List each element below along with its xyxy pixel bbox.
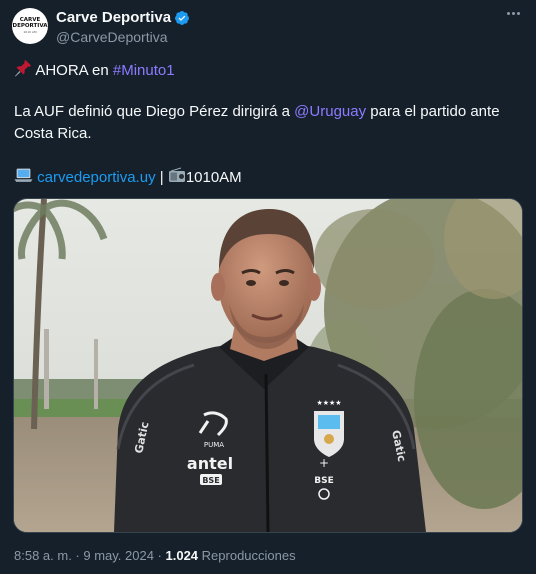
views-label: Reproducciones bbox=[198, 548, 296, 563]
author-name[interactable]: Carve Deportiva bbox=[56, 9, 171, 26]
sponsor-antel: antel bbox=[187, 454, 233, 473]
verified-badge-icon bbox=[175, 10, 190, 25]
tweet-meta: 8:58 a. m. · 9 may. 2024 · 1.024 Reprodu… bbox=[14, 548, 296, 563]
tweet-line-3: Costa Rica. bbox=[14, 125, 92, 142]
svg-text:★★★★: ★★★★ bbox=[316, 399, 341, 407]
photo-image: ★★★★ PUMA antel BSE BSE + Gatic Gatic bbox=[14, 199, 522, 532]
tweet-card: CARVE DEPORTIVA 1010 AM Carve Deportiva … bbox=[0, 0, 536, 574]
tweet-text-post: para el partido ante bbox=[366, 103, 500, 120]
pushpin-icon bbox=[15, 60, 31, 77]
tweet-timestamp[interactable]: 8:58 a. m. · 9 may. 2024 · bbox=[14, 548, 166, 563]
tweet-line-2: La AUF definió que Diego Pérez dirigirá … bbox=[14, 101, 500, 122]
tweet-line-4: carvedeportiva.uy | 1010AM bbox=[14, 167, 242, 188]
separator-text: | bbox=[155, 169, 168, 186]
laptop-icon bbox=[14, 168, 33, 182]
sponsor-bse: BSE bbox=[202, 476, 219, 485]
tweet-text-pre: La AUF definió que Diego Pérez dirigirá … bbox=[14, 103, 295, 120]
avatar[interactable]: CARVE DEPORTIVA 1010 AM bbox=[12, 8, 48, 44]
svg-text:BSE: BSE bbox=[314, 476, 334, 486]
avatar-text-3: 1010 AM bbox=[23, 30, 37, 34]
website-link[interactable]: carvedeportiva.uy bbox=[37, 169, 155, 186]
author-name-row: Carve Deportiva bbox=[56, 9, 190, 26]
author-handle[interactable]: @CarveDeportiva bbox=[56, 29, 167, 45]
puma-text: PUMA bbox=[204, 441, 224, 449]
tweet-text-ahora: AHORA en bbox=[35, 62, 113, 79]
tweet-photo[interactable]: ★★★★ PUMA antel BSE BSE + Gatic Gatic bbox=[13, 198, 523, 533]
more-options-icon[interactable] bbox=[507, 12, 520, 15]
views-count: 1.024 bbox=[165, 548, 199, 563]
tweet-line-1: AHORA en #Minuto1 bbox=[14, 59, 175, 81]
radio-text: 1010AM bbox=[185, 169, 242, 186]
radio-icon bbox=[168, 167, 185, 182]
svg-text:+: + bbox=[319, 456, 329, 470]
mention-link[interactable]: @Uruguay bbox=[294, 103, 366, 120]
hashtag-link[interactable]: #Minuto1 bbox=[113, 62, 175, 79]
